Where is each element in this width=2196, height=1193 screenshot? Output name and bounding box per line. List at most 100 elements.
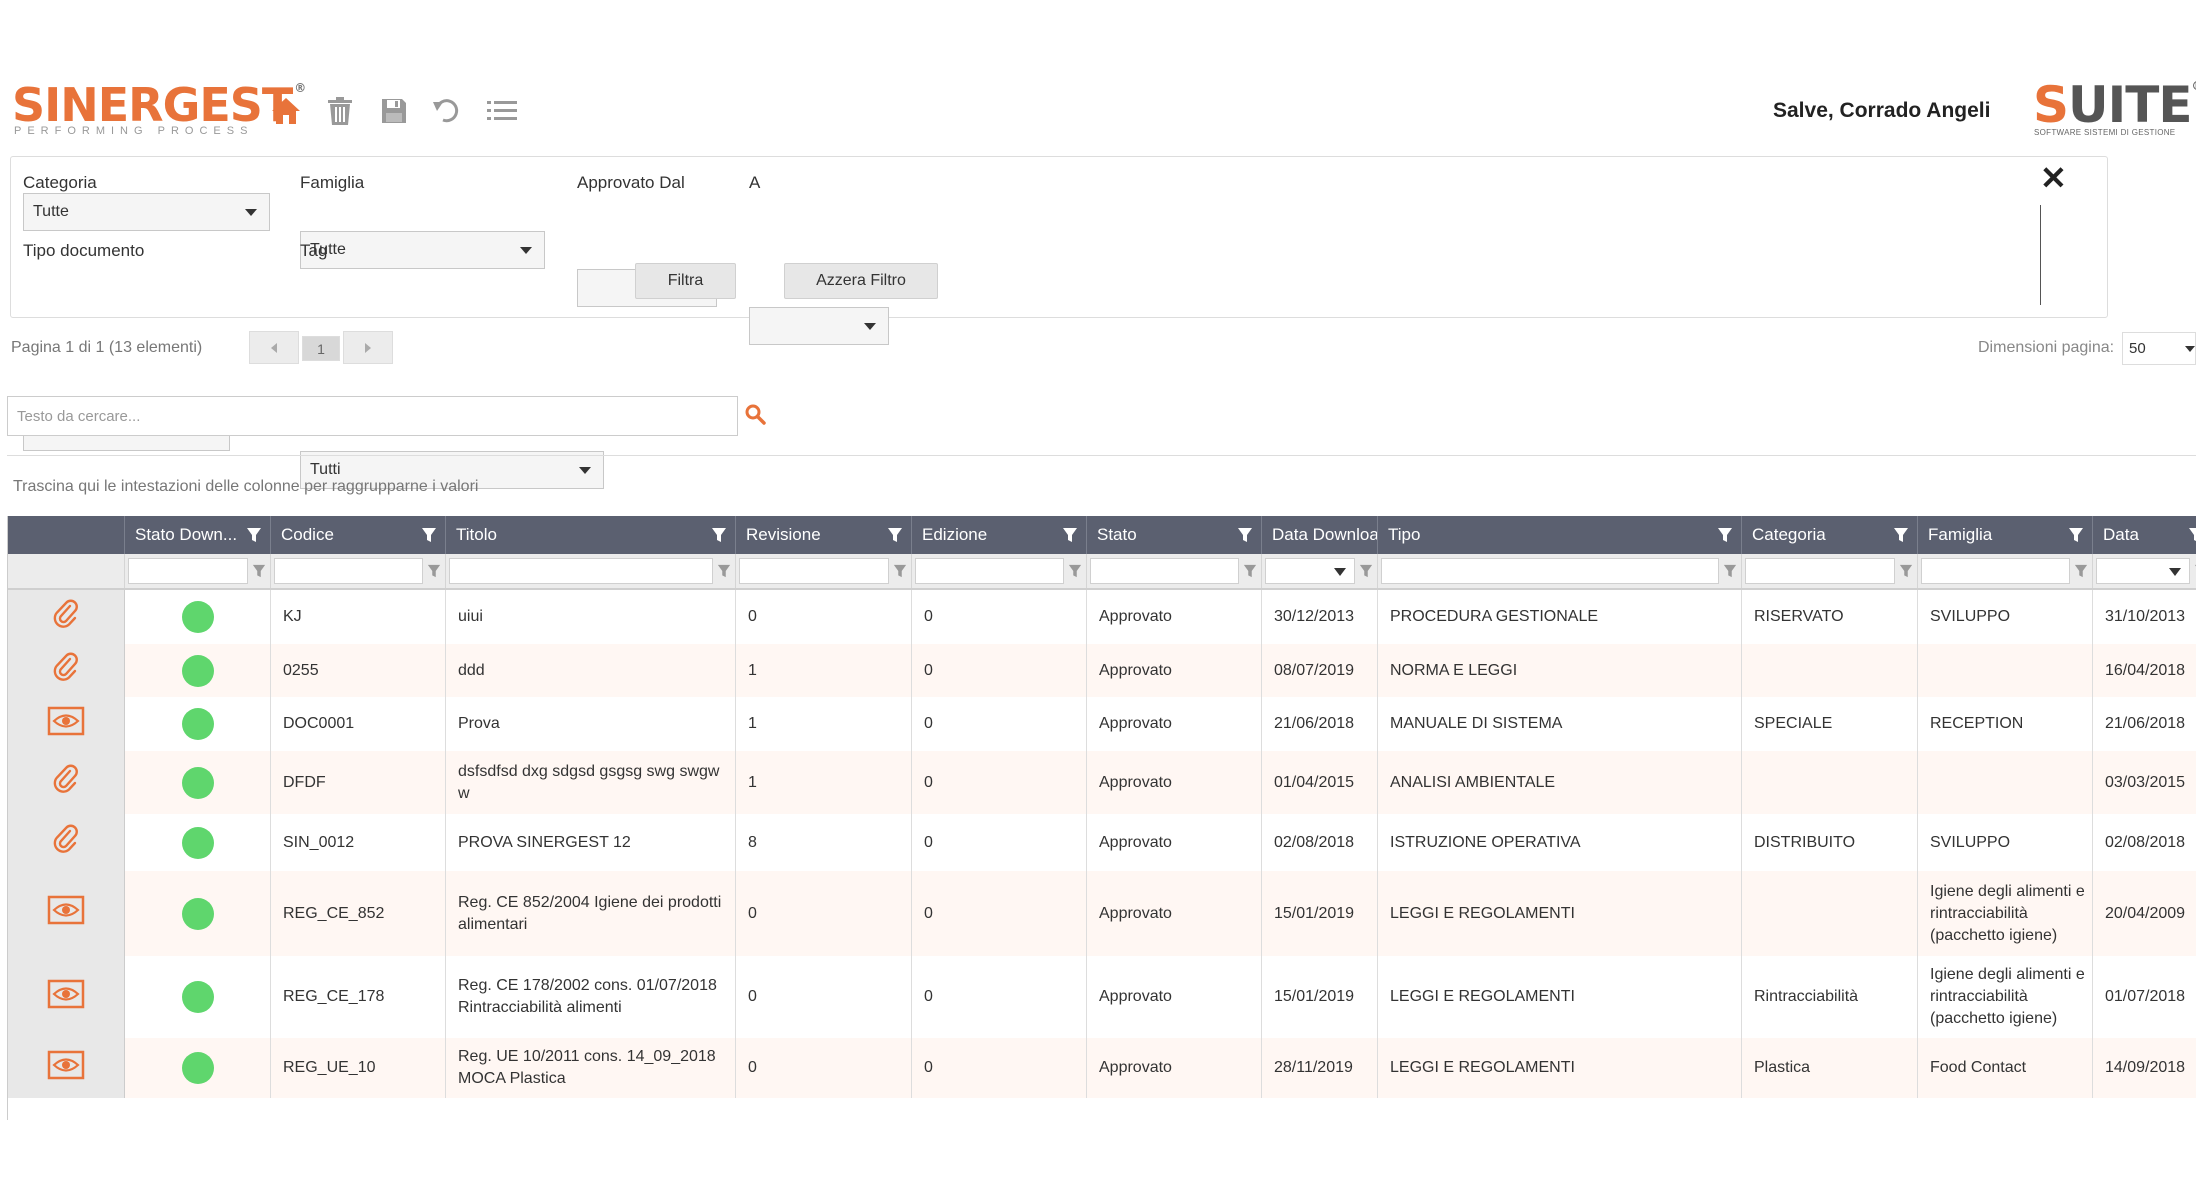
- suite-logo-rest: UITE: [2068, 76, 2192, 134]
- filter-icon[interactable]: [1899, 564, 1913, 583]
- filter-icon[interactable]: [1243, 564, 1257, 583]
- column-filter-input[interactable]: [1745, 558, 1895, 584]
- column-header-edizione[interactable]: Edizione: [912, 516, 1087, 554]
- cell-text: dsfsdfsd dxg sdgsd gsgsg swg swgw w: [458, 762, 720, 802]
- column-header-codice[interactable]: Codice: [271, 516, 446, 554]
- cell-actions[interactable]: [8, 814, 125, 871]
- filter-icon[interactable]: [427, 564, 441, 583]
- cell-data-download: 08/07/2019: [1262, 644, 1378, 697]
- status-dot: [181, 1052, 214, 1084]
- column-filter-input[interactable]: [1921, 558, 2070, 584]
- paperclip-icon[interactable]: [53, 652, 79, 689]
- filter-icon[interactable]: [893, 564, 907, 583]
- famiglia-select[interactable]: Tutte: [300, 231, 545, 269]
- filter-icon[interactable]: [1723, 564, 1737, 583]
- paperclip-icon[interactable]: [53, 599, 79, 636]
- prev-page-button[interactable]: [249, 331, 299, 364]
- save-icon[interactable]: [378, 95, 410, 127]
- filter-icon[interactable]: [246, 527, 262, 548]
- status-dot: [181, 981, 214, 1013]
- filter-icon[interactable]: [1717, 527, 1733, 548]
- column-header-categoria[interactable]: Categoria: [1742, 516, 1918, 554]
- cell-actions[interactable]: [8, 956, 125, 1038]
- column-header-data-download[interactable]: Data Downloa: [1262, 516, 1378, 554]
- table-row[interactable]: 0255 ddd 1 0 Approvato 08/07/2019 NORMA E LEGG…: [8, 644, 2196, 697]
- column-filter-input[interactable]: [1265, 558, 1355, 584]
- page-size-select[interactable]: 50: [2122, 332, 2196, 365]
- eye-icon[interactable]: [47, 706, 85, 743]
- search-input[interactable]: Testo da cercare...: [7, 396, 738, 436]
- column-filter-input[interactable]: [128, 558, 248, 584]
- filter-icon[interactable]: [2074, 564, 2088, 583]
- filter-icon[interactable]: [887, 527, 903, 548]
- eye-icon[interactable]: [47, 979, 85, 1016]
- cell-actions[interactable]: [8, 751, 125, 814]
- column-header-tipo[interactable]: Tipo: [1378, 516, 1742, 554]
- filter-icon[interactable]: [421, 527, 437, 548]
- a-date[interactable]: [749, 307, 889, 345]
- filter-icon[interactable]: [1062, 527, 1078, 548]
- cell-data: 03/03/2015: [2093, 751, 2196, 814]
- table-row[interactable]: REG_UE_10 Reg. UE 10/2011 cons. 14_09_201…: [8, 1038, 2196, 1098]
- divider: [2040, 205, 2041, 305]
- azzera-filtro-button[interactable]: Azzera Filtro: [784, 263, 938, 299]
- filter-icon[interactable]: [1359, 564, 1373, 583]
- column-header-stato[interactable]: Stato: [1087, 516, 1262, 554]
- column-header-revisione[interactable]: Revisione: [736, 516, 912, 554]
- column-filter-input[interactable]: [739, 558, 889, 584]
- filter-icon[interactable]: [2188, 527, 2196, 548]
- cell-text: Rintracciabilità: [1754, 988, 1859, 1005]
- cell-data-download: 01/04/2015: [1262, 751, 1378, 814]
- paperclip-icon[interactable]: [53, 824, 79, 861]
- column-filter-input[interactable]: [274, 558, 423, 584]
- column-filter-input[interactable]: [2096, 558, 2190, 584]
- close-icon[interactable]: ✕: [2040, 162, 2067, 194]
- filter-icon[interactable]: [252, 564, 266, 583]
- home-icon[interactable]: [270, 95, 302, 127]
- cell-actions[interactable]: [8, 697, 125, 751]
- filter-icon[interactable]: [1893, 527, 1909, 548]
- filtra-button[interactable]: Filtra: [635, 263, 736, 299]
- column-header-famiglia[interactable]: Famiglia: [1918, 516, 2093, 554]
- cell-tipo: MANUALE DI SISTEMA: [1378, 697, 1742, 751]
- categoria-select[interactable]: Tutte: [23, 193, 270, 231]
- column-header-stato-download[interactable]: Stato Down...: [125, 516, 271, 554]
- filter-icon[interactable]: [717, 564, 731, 583]
- table-row[interactable]: DFDF dsfsdfsd dxg sdgsd gsgsg swg swgw w 1…: [8, 751, 2196, 814]
- cell-revisione: 0: [736, 1038, 912, 1098]
- filter-cell-stato-download: [125, 554, 271, 588]
- cell-data: 02/08/2018: [2093, 814, 2196, 871]
- table-row[interactable]: DOC0001 Prova 1 0 Approvato 21/06/2018 MANUALE…: [8, 697, 2196, 751]
- eye-icon[interactable]: [47, 895, 85, 932]
- column-header-titolo[interactable]: Titolo: [446, 516, 736, 554]
- column-filter-input[interactable]: [1090, 558, 1239, 584]
- page-number-button[interactable]: 1: [302, 336, 340, 361]
- search-icon[interactable]: [745, 404, 767, 431]
- cell-text: 0: [924, 1059, 933, 1076]
- trash-icon[interactable]: [324, 95, 356, 127]
- table-row[interactable]: REG_CE_852 Reg. CE 852/2004 Igiene dei pr…: [8, 871, 2196, 956]
- table-row[interactable]: REG_CE_178 Reg. CE 178/2002 cons. 01/07/2…: [8, 956, 2196, 1038]
- cell-actions[interactable]: [8, 1038, 125, 1098]
- paperclip-icon[interactable]: [53, 764, 79, 801]
- eye-icon[interactable]: [47, 1050, 85, 1087]
- table-row[interactable]: KJ uiui 0 0 Approvato 30/12/2013 PROCEDURA GES…: [8, 590, 2196, 644]
- column-header-data[interactable]: Data: [2093, 516, 2196, 554]
- column-filter-input[interactable]: [915, 558, 1064, 584]
- cell-text: RECEPTION: [1930, 715, 2024, 732]
- cell-actions[interactable]: [8, 871, 125, 956]
- list-icon[interactable]: [486, 95, 518, 127]
- next-page-button[interactable]: [343, 331, 393, 364]
- column-filter-input[interactable]: [449, 558, 713, 584]
- filter-cell-titolo: [446, 554, 736, 588]
- filter-icon[interactable]: [1068, 564, 1082, 583]
- undo-icon[interactable]: [432, 95, 464, 127]
- cell-text: REG_CE_852: [283, 904, 385, 922]
- filter-icon[interactable]: [711, 527, 727, 548]
- filter-icon[interactable]: [2068, 527, 2084, 548]
- column-filter-input[interactable]: [1381, 558, 1719, 584]
- cell-actions[interactable]: [8, 590, 125, 644]
- table-row[interactable]: SIN_0012 PROVA SINERGEST 12 8 0 Approvato 02/…: [8, 814, 2196, 871]
- filter-icon[interactable]: [1237, 527, 1253, 548]
- cell-actions[interactable]: [8, 644, 125, 697]
